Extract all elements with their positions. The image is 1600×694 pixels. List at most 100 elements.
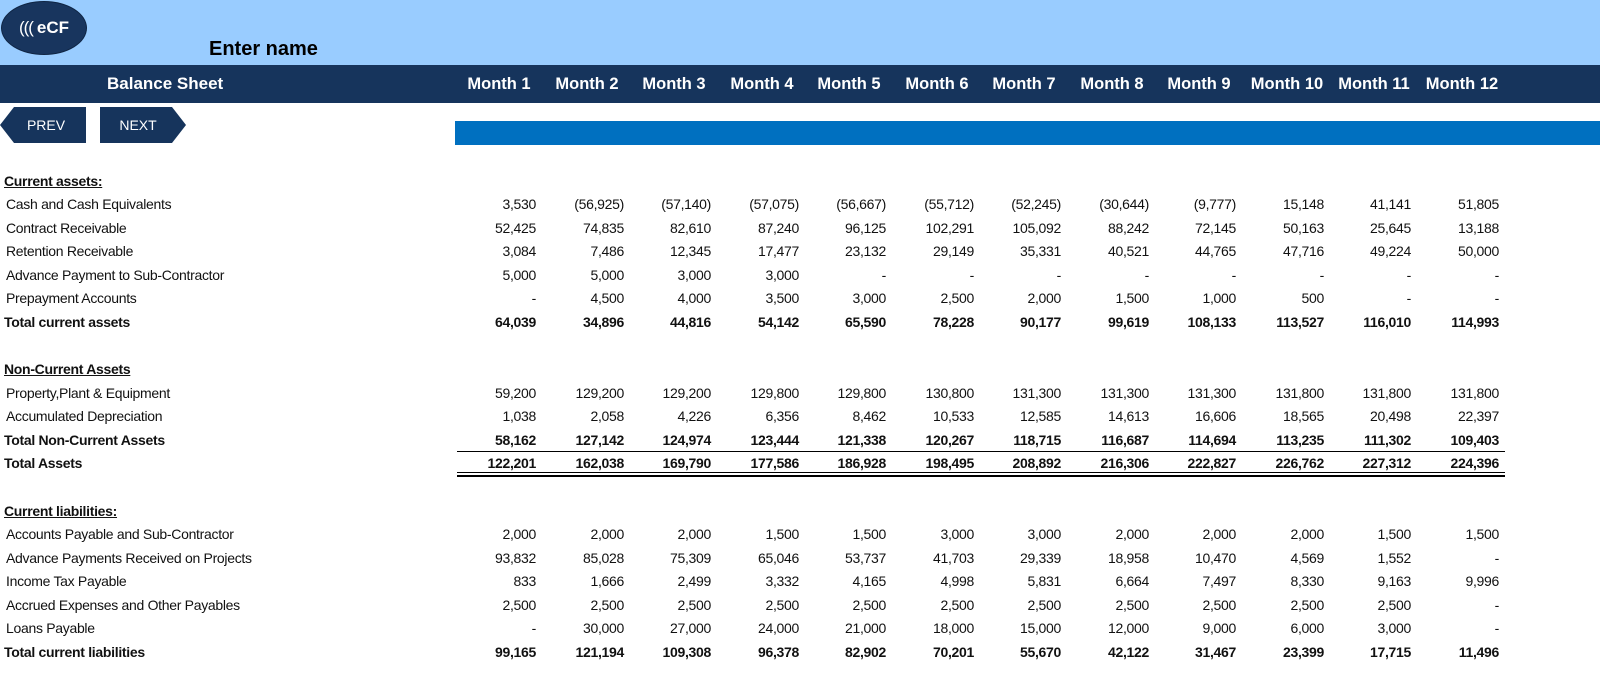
cell-value[interactable]: 2,000 xyxy=(544,523,624,546)
cell-value[interactable]: 1,500 xyxy=(1419,523,1499,546)
cell-value[interactable]: 129,800 xyxy=(719,382,799,405)
cell-value[interactable]: 121,194 xyxy=(544,641,624,664)
cell-value[interactable]: 72,145 xyxy=(1156,217,1236,240)
cell-value[interactable]: 131,300 xyxy=(1156,382,1236,405)
cell-value[interactable]: 65,590 xyxy=(806,311,886,334)
cell-value[interactable]: 65,046 xyxy=(719,547,799,570)
cell-value[interactable]: - xyxy=(1419,264,1500,287)
cell-value[interactable]: 2,500 xyxy=(544,594,624,617)
cell-value[interactable]: - xyxy=(456,617,537,640)
cell-value[interactable]: 2,000 xyxy=(1244,523,1324,546)
cell-value[interactable]: 4,569 xyxy=(1244,547,1324,570)
cell-value[interactable]: 25,645 xyxy=(1331,217,1411,240)
cell-value[interactable]: 93,832 xyxy=(456,547,536,570)
cell-value[interactable]: 29,149 xyxy=(894,240,974,263)
cell-value[interactable]: 2,000 xyxy=(1069,523,1149,546)
cell-value[interactable]: (57,140) xyxy=(631,193,711,216)
cell-value[interactable]: (56,667) xyxy=(806,193,886,216)
cell-value[interactable]: 131,800 xyxy=(1419,382,1499,405)
cell-value[interactable]: 2,499 xyxy=(631,570,711,593)
cell-value[interactable]: 64,039 xyxy=(456,311,536,334)
cell-value[interactable]: (56,925) xyxy=(544,193,624,216)
cell-value[interactable]: 114,993 xyxy=(1419,311,1499,334)
cell-value[interactable]: 24,000 xyxy=(719,617,799,640)
cell-value[interactable]: 2,500 xyxy=(456,594,536,617)
cell-value[interactable]: 2,500 xyxy=(1156,594,1236,617)
cell-value[interactable]: 87,240 xyxy=(719,217,799,240)
cell-value[interactable]: 129,200 xyxy=(631,382,711,405)
cell-value[interactable]: 52,425 xyxy=(456,217,536,240)
cell-value[interactable]: 53,737 xyxy=(806,547,886,570)
cell-value[interactable]: 75,309 xyxy=(631,547,711,570)
cell-value[interactable]: - xyxy=(1331,264,1412,287)
cell-value[interactable]: - xyxy=(1244,264,1325,287)
cell-value[interactable]: 129,800 xyxy=(806,382,886,405)
cell-value[interactable]: 82,610 xyxy=(631,217,711,240)
cell-value[interactable]: 2,000 xyxy=(456,523,536,546)
cell-value[interactable]: 118,715 xyxy=(981,429,1061,452)
cell-value[interactable]: 50,163 xyxy=(1244,217,1324,240)
cell-value[interactable]: 131,300 xyxy=(1069,382,1149,405)
cell-value[interactable]: 59,200 xyxy=(456,382,536,405)
cell-value[interactable]: - xyxy=(1331,287,1412,310)
cell-value[interactable]: 102,291 xyxy=(894,217,974,240)
cell-value[interactable]: 12,345 xyxy=(631,240,711,263)
cell-value[interactable]: 7,486 xyxy=(544,240,624,263)
cell-value[interactable]: 88,242 xyxy=(1069,217,1149,240)
cell-value[interactable]: 55,670 xyxy=(981,641,1061,664)
cell-value[interactable]: 99,619 xyxy=(1069,311,1149,334)
cell-value[interactable]: 3,000 xyxy=(631,264,711,287)
cell-value[interactable]: 44,816 xyxy=(631,311,711,334)
cell-value[interactable]: (9,777) xyxy=(1156,193,1237,216)
cell-value[interactable]: 1,038 xyxy=(456,405,536,428)
cell-value[interactable]: 70,201 xyxy=(894,641,974,664)
cell-value[interactable]: 2,000 xyxy=(981,287,1061,310)
cell-value[interactable]: 129,200 xyxy=(544,382,624,405)
cell-value[interactable]: 1,500 xyxy=(1069,287,1149,310)
cell-value[interactable]: 2,500 xyxy=(981,594,1061,617)
cell-value[interactable]: - xyxy=(1419,287,1500,310)
cell-value[interactable]: 131,800 xyxy=(1331,382,1411,405)
cell-value[interactable]: 1,500 xyxy=(719,523,799,546)
cell-value[interactable]: 3,000 xyxy=(894,523,974,546)
cell-value[interactable]: 2,500 xyxy=(719,594,799,617)
cell-value[interactable]: 27,000 xyxy=(631,617,711,640)
cell-value[interactable]: 3,000 xyxy=(719,264,799,287)
cell-value[interactable]: 51,805 xyxy=(1419,193,1499,216)
cell-value[interactable]: 31,467 xyxy=(1156,641,1236,664)
cell-value[interactable]: 10,470 xyxy=(1156,547,1236,570)
cell-value[interactable]: 4,500 xyxy=(544,287,624,310)
cell-value[interactable]: 29,339 xyxy=(981,547,1061,570)
cell-value[interactable]: 3,000 xyxy=(981,523,1061,546)
cell-value[interactable]: 124,974 xyxy=(631,429,711,452)
cell-value[interactable]: - xyxy=(981,264,1062,287)
cell-value[interactable]: 1,000 xyxy=(1156,287,1236,310)
cell-value[interactable]: 47,716 xyxy=(1244,240,1324,263)
cell-value[interactable]: 40,521 xyxy=(1069,240,1149,263)
cell-value[interactable]: 833 xyxy=(456,570,537,593)
cell-value[interactable]: 54,142 xyxy=(719,311,799,334)
cell-value[interactable]: 111,302 xyxy=(1331,429,1411,452)
cell-value[interactable]: (30,644) xyxy=(1069,193,1149,216)
cell-value[interactable]: 3,000 xyxy=(806,287,886,310)
cell-value[interactable]: 11,496 xyxy=(1419,641,1500,664)
cell-value[interactable]: 85,028 xyxy=(544,547,624,570)
cell-value[interactable]: - xyxy=(1419,594,1500,617)
cell-value[interactable]: - xyxy=(1156,264,1237,287)
cell-value[interactable]: 3,500 xyxy=(719,287,799,310)
cell-value[interactable]: - xyxy=(894,264,975,287)
cell-value[interactable]: 17,477 xyxy=(719,240,799,263)
cell-value[interactable]: 50,000 xyxy=(1419,240,1499,263)
cell-value[interactable]: 121,338 xyxy=(806,429,886,452)
cell-value[interactable]: (52,245) xyxy=(981,193,1061,216)
cell-value[interactable]: 114,694 xyxy=(1156,429,1236,452)
cell-value[interactable]: - xyxy=(1419,617,1500,640)
cell-value[interactable]: 1,552 xyxy=(1331,547,1411,570)
cell-value[interactable]: 6,000 xyxy=(1244,617,1324,640)
cell-value[interactable]: 44,765 xyxy=(1156,240,1236,263)
cell-value[interactable]: 2,500 xyxy=(631,594,711,617)
cell-value[interactable]: 18,000 xyxy=(894,617,974,640)
cell-value[interactable]: 113,527 xyxy=(1244,311,1324,334)
cell-value[interactable]: 16,606 xyxy=(1156,405,1236,428)
cell-value[interactable]: 2,000 xyxy=(631,523,711,546)
